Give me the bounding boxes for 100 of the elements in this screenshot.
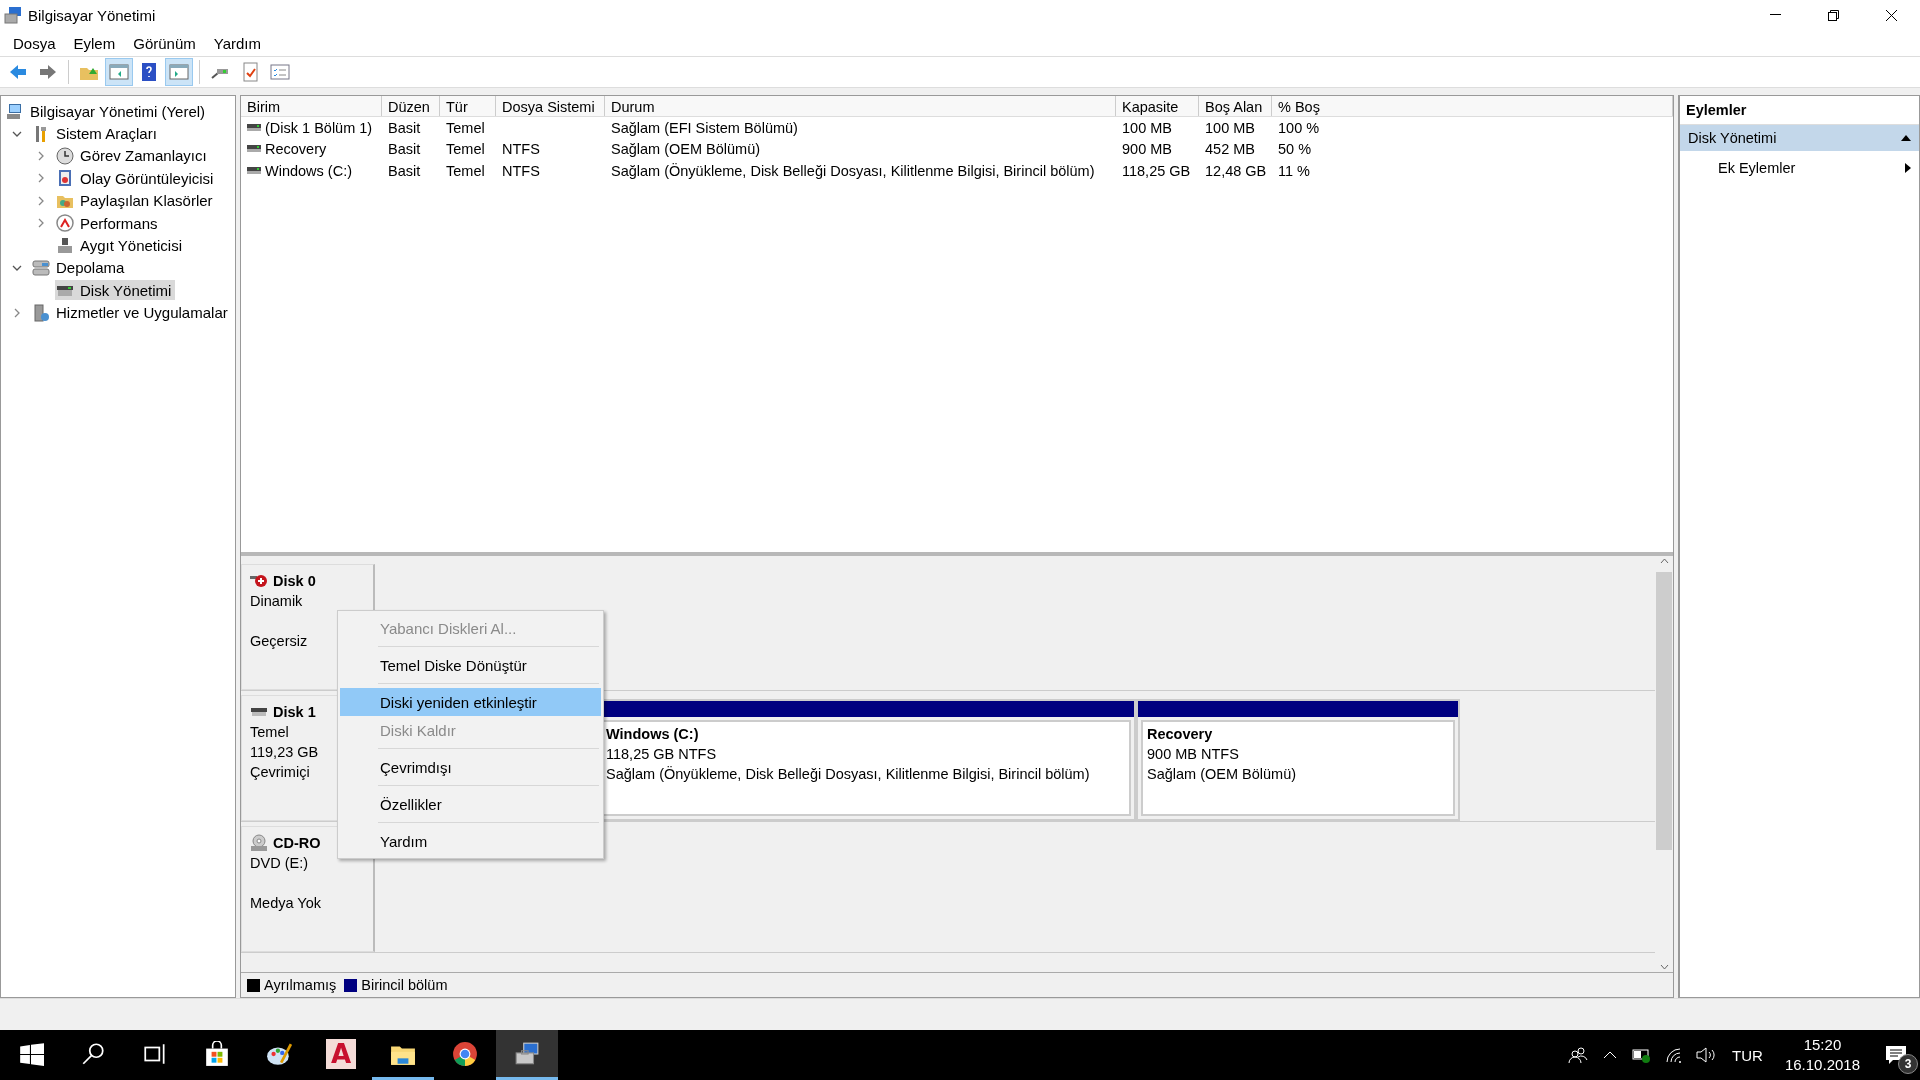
taskbar-button[interactable] — [496, 1030, 558, 1080]
disk-error-icon — [250, 573, 268, 589]
tree-item[interactable]: Sistem Araçları — [31, 123, 161, 144]
table-cell: 118,25 GB — [1122, 162, 1191, 179]
partition-status: Sağlam (Önyükleme, Disk Belleği Dosyası, Kilitlenme Bilgisi, Birincil bölüm) — [606, 765, 1091, 784]
battery-icon — [1632, 1047, 1653, 1063]
gauge-icon — [56, 214, 74, 233]
tree-item[interactable]: Disk Yönetimi — [55, 280, 176, 301]
disk-drive-icon — [250, 705, 268, 719]
disk-name: Disk 1 — [273, 703, 316, 722]
notebook-icon — [56, 169, 74, 188]
partition-status: Sağlam (OEM Bölümü) — [1147, 765, 1298, 784]
close-icon — [1885, 9, 1897, 21]
column-header[interactable]: Dosya Sistemi — [496, 96, 605, 116]
clock[interactable]: 15:20 16.10.2018 — [1772, 1035, 1872, 1075]
table-cell: Basit — [388, 141, 421, 158]
drive-icon — [247, 123, 261, 132]
actions-section[interactable]: Disk Yönetimi — [1680, 125, 1919, 151]
app-logo: A — [326, 1038, 356, 1069]
column-header[interactable]: % Boş — [1272, 96, 1673, 116]
chevron-right-icon — [38, 195, 44, 206]
table-cell: 100 MB — [1205, 119, 1255, 136]
tree-item[interactable]: Paylaşılan Klasörler — [55, 190, 217, 211]
people-icon — [1568, 1046, 1589, 1064]
chevron-down-icon — [1659, 964, 1669, 970]
panel-icon — [169, 62, 189, 82]
table-cell: 452 MB — [1205, 141, 1255, 158]
tree-item[interactable]: Depolama — [31, 257, 129, 278]
legend-label: Ayrılmamış — [264, 977, 337, 993]
column-header[interactable]: Kapasite — [1116, 96, 1199, 116]
tree-item[interactable]: Görev Zamanlayıcı — [55, 145, 211, 166]
table-cell: NTFS — [502, 162, 540, 179]
speaker-icon — [1696, 1047, 1717, 1063]
table-cell: (Disk 1 Bölüm 1) — [265, 119, 373, 136]
chevron-right-icon — [14, 307, 20, 318]
menu-item[interactable]: Eylem — [64, 31, 125, 55]
column-header[interactable]: Tür — [440, 96, 496, 116]
optical-drive-icon — [250, 834, 268, 852]
table-cell: Sağlam (EFI Sistem Bölümü) — [611, 119, 798, 136]
chevron-right-icon — [38, 218, 44, 229]
menu-item[interactable]: Diski yeniden etkinleştir — [340, 688, 601, 716]
tree-item[interactable]: Hizmetler ve Uygulamalar — [31, 302, 232, 323]
drive-icon — [247, 145, 261, 154]
forward-arrow-icon — [38, 62, 58, 82]
disk-type: DVD (E:) — [250, 854, 309, 873]
clock-icon — [56, 146, 74, 165]
tree-item[interactable]: Olay Görüntüleyicisi — [55, 168, 218, 189]
disk-size: 119,23 GB — [250, 743, 320, 762]
partition-size: 118,25 GB NTFS — [606, 745, 718, 764]
checklist-icon — [270, 62, 290, 82]
table-cell: 50 % — [1278, 141, 1312, 158]
partition-title: Recovery — [1147, 725, 1214, 744]
disk-status: Medya Yok — [250, 894, 322, 913]
back-arrow-icon — [8, 62, 28, 82]
minimize-icon — [1769, 14, 1781, 16]
menu-item[interactable]: Dosya — [4, 31, 65, 55]
tree-item[interactable]: Aygıt Yöneticisi — [55, 235, 186, 256]
partition-block[interactable]: Recovery 900 MB NTFS Sağlam (OEM Bölümü) — [1136, 699, 1460, 821]
chevron-right-icon — [38, 150, 44, 161]
column-header[interactable]: Boş Alan — [1199, 96, 1272, 116]
chevron-up-icon — [1603, 1051, 1618, 1059]
triangle-right-icon — [1905, 163, 1911, 173]
restore-icon — [1827, 9, 1839, 21]
menu-item[interactable]: Yardım — [204, 31, 270, 55]
partition-size: 900 MB NTFS — [1147, 745, 1240, 764]
column-header[interactable]: Düzen — [382, 96, 440, 116]
table-cell: Sağlam (Önyükleme, Disk Belleği Dosyası, Kilitlenme Bilgisi, Birincil bölüm) — [611, 162, 1095, 179]
help-icon — [139, 62, 159, 82]
partition-title: Windows (C:) — [606, 725, 700, 744]
taskbar-button[interactable]: A — [310, 1030, 372, 1080]
chevron-up-icon — [1659, 558, 1669, 564]
column-header[interactable]: Durum — [605, 96, 1116, 116]
table-cell: Windows (C:) — [265, 162, 352, 179]
table-cell: NTFS — [502, 141, 540, 158]
table-cell: 900 MB — [1122, 141, 1172, 158]
panel-icon — [109, 62, 129, 82]
storage-icon — [32, 258, 50, 277]
action-center-button[interactable]: 3 — [1872, 1030, 1920, 1080]
menu-item[interactable]: Görünüm — [124, 31, 205, 55]
computer-management-icon — [4, 6, 22, 24]
table-cell: 12,48 GB — [1205, 162, 1267, 179]
device-icon — [56, 236, 74, 255]
vertical-scrollbar[interactable] — [1655, 556, 1673, 972]
disk-type: Dinamik — [250, 592, 304, 611]
table-cell: Temel — [446, 119, 485, 136]
disk-status: Çevrimiçi — [250, 763, 311, 782]
input-language[interactable]: TUR — [1722, 1046, 1773, 1064]
table-cell: Basit — [388, 162, 421, 179]
disk-name: Disk 0 — [273, 572, 316, 591]
computer-toolbox-icon — [514, 1040, 540, 1067]
computer-icon — [6, 102, 24, 121]
checked-page-icon — [240, 62, 260, 82]
table-cell: Basit — [388, 119, 421, 136]
tree-item[interactable]: Performans — [55, 213, 162, 234]
windows-logo-icon — [18, 1040, 44, 1067]
table-cell: 11 % — [1278, 162, 1310, 179]
action-item[interactable]: Ek Eylemler — [1680, 155, 1919, 181]
column-header[interactable]: Birim — [241, 96, 382, 116]
legend-label: Birincil bölüm — [361, 977, 448, 993]
tree-item[interactable]: Bilgisayar Yönetimi (Yerel) — [5, 101, 210, 122]
